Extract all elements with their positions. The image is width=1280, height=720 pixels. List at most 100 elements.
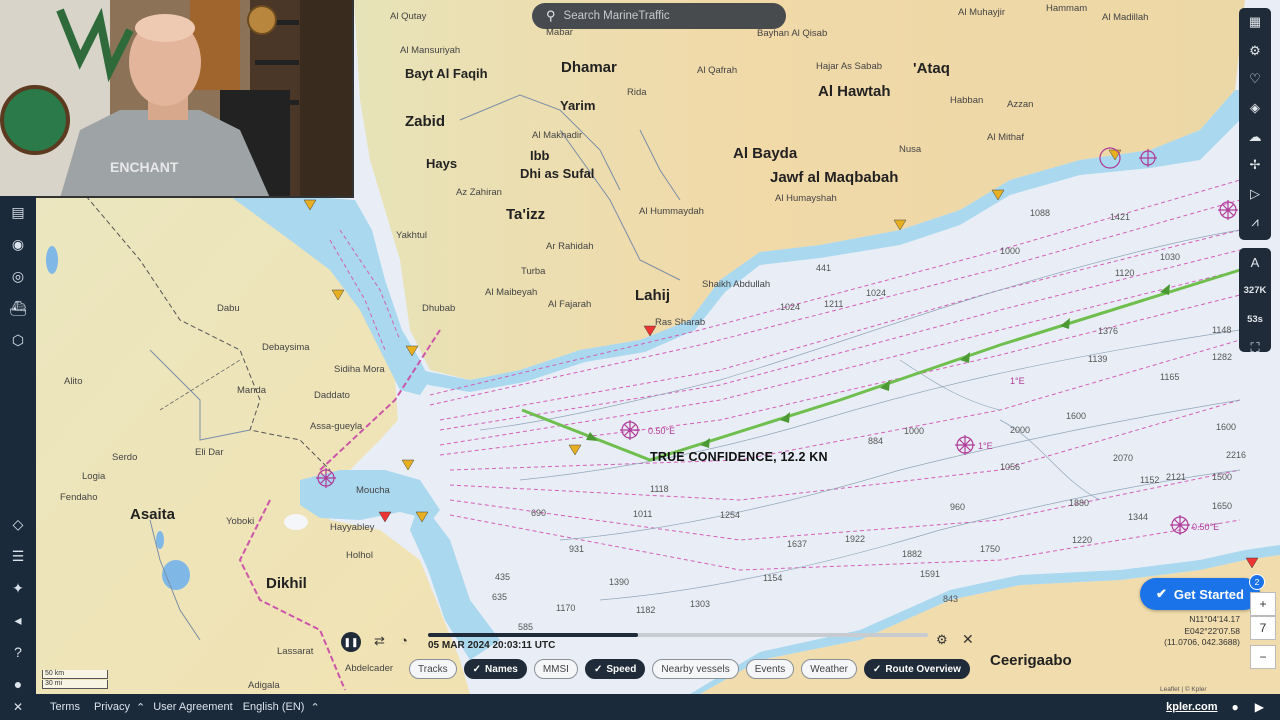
privacy-link[interactable]: Privacy [94,701,130,713]
svg-text:2000: 2000 [1010,425,1030,435]
scale-bar: 50 km 30 mi [42,670,108,690]
kpler-link[interactable]: kpler.com [1166,701,1217,713]
svg-text:Lassarat: Lassarat [277,646,314,657]
document-icon[interactable]: ▤ [0,196,36,228]
compass-label: 0.50°E [648,426,675,436]
speedometer-icon[interactable]: ◔ [400,633,408,648]
zoom-level-button[interactable]: 7 [1250,616,1276,640]
zoom-out-button[interactable]: − [1250,645,1276,669]
svg-text:1650: 1650 [1212,501,1232,511]
decimal-coords: (11.0706, 042.3688) [1164,637,1240,647]
apple-icon[interactable]: ● [1232,700,1239,714]
svg-text:Rida: Rida [627,87,647,98]
weather-icon[interactable]: ☁ [1239,122,1271,151]
fullscreen-icon[interactable]: ⛶ [1239,334,1271,363]
signal-icon[interactable]: ◉ [0,228,36,260]
svg-text:Al Madillah: Al Madillah [1102,12,1148,23]
svg-text:1600: 1600 [1066,411,1086,421]
close-icon[interactable]: ✕ [962,631,974,648]
heart-icon[interactable]: ♡ [1239,65,1271,94]
font-size-button[interactable]: A [1239,248,1271,277]
pause-button[interactable]: ❚❚ [341,632,361,652]
database-icon[interactable]: ☰ [0,540,36,572]
svg-text:Al Qafrah: Al Qafrah [697,65,737,76]
chip-nearby-vessels[interactable]: Nearby vessels [652,659,739,679]
svg-text:1282: 1282 [1212,352,1232,362]
chevron-up-icon[interactable]: ⌃ [136,701,145,714]
tag-icon[interactable]: ◇ [0,508,36,540]
chip-route-overview[interactable]: ✓ Route Overview [863,659,970,679]
cube-icon[interactable]: ⬡ [0,324,36,356]
vessel-label[interactable]: TRUE CONFIDENCE, 12.2 KN [650,450,828,464]
vessel-icon[interactable]: ⛴ [0,292,36,324]
play-route-icon[interactable]: ▷ [1239,180,1271,209]
svg-text:Dabu: Dabu [217,303,240,314]
language-selector[interactable]: English (EN) [243,701,305,713]
chip-label: Tracks [418,663,448,675]
chip-speed[interactable]: ✓ Speed [584,659,646,679]
lake-small [156,531,164,549]
search-bar[interactable]: ⚲ Search MarineTraffic [532,3,786,29]
svg-text:Al Bayda: Al Bayda [733,145,798,162]
settings-icon[interactable]: ⚙ [936,632,948,648]
layer-chips: Tracks ✓ Names MMSI ✓ Speed Nearby vessels Even… [409,659,970,679]
svg-text:Bayhan Al Qisab: Bayhan Al Qisab [757,28,827,39]
svg-text:2121: 2121 [1166,472,1186,482]
svg-text:441: 441 [816,263,831,273]
compass-icon[interactable]: ⩘ [1239,208,1271,237]
zoom-in-button[interactable]: + [1250,592,1276,616]
help-icon[interactable]: ? [0,636,36,668]
svg-text:Al Humayshah: Al Humayshah [775,193,837,204]
chevron-up-icon[interactable]: ⌃ [310,701,319,714]
svg-text:635: 635 [492,592,507,602]
stack-icon[interactable]: ◈ [1239,94,1271,123]
map-attribution[interactable]: Leaflet | © Kpler [1160,686,1207,693]
svg-text:Al Maibeyah: Al Maibeyah [485,287,537,298]
svg-text:Nusa: Nusa [899,144,922,155]
play-store-icon[interactable]: ▶ [1255,700,1264,714]
svg-text:1000: 1000 [904,426,924,436]
filter-icon[interactable]: ⚙ [1239,37,1271,66]
svg-text:2216: 2216 [1226,450,1246,460]
svg-text:Zabid: Zabid [405,113,445,130]
svg-text:1220: 1220 [1072,535,1092,545]
svg-text:Asaita: Asaita [130,506,176,523]
chip-weather[interactable]: Weather [801,659,857,679]
svg-text:Jawf al Maqbabah: Jawf al Maqbabah [770,169,898,186]
sparkle-icon[interactable]: ✦ [0,572,36,604]
svg-text:1024: 1024 [866,288,886,298]
svg-text:Assa-gueyla: Assa-gueyla [310,421,363,432]
svg-text:Al Muhayjir: Al Muhayjir [958,7,1005,18]
svg-text:Al Mithaf: Al Mithaf [987,132,1024,143]
svg-text:Yoboki: Yoboki [226,516,254,527]
terms-link[interactable]: Terms [50,701,80,713]
megaphone-icon[interactable]: ◂ [0,604,36,636]
target-icon[interactable]: ◎ [0,260,36,292]
map-layers-icon[interactable]: ▦ [1239,8,1271,37]
time-step-readout[interactable]: 53s [1239,305,1271,334]
chip-events[interactable]: Events [745,659,795,679]
swap-icon[interactable]: ⇄ [374,633,385,649]
tools-icon[interactable]: ✕ [0,694,36,720]
lake-assal [284,514,308,530]
svg-text:1170: 1170 [556,603,575,613]
chip-mmsi[interactable]: MMSI [533,659,578,679]
footer-bar: Terms Privacy ⌃ User Agreement English (… [36,694,1280,720]
svg-text:Yakhtul: Yakhtul [396,230,427,241]
timeline-slider[interactable] [428,633,928,637]
measure-icon[interactable]: ✢ [1239,151,1271,180]
svg-text:Adigala: Adigala [248,680,280,691]
svg-text:Turba: Turba [521,266,546,277]
svg-text:Hajar As Sabab: Hajar As Sabab [816,61,882,72]
left-sidebar: ▤ ◉ ◎ ⛴ ⬡ ◇ ☰ ✦ ◂ ? ● [0,196,36,720]
svg-text:1120: 1120 [1115,268,1134,278]
svg-text:Ceerigaabo: Ceerigaabo [990,652,1072,669]
get-started-button[interactable]: ✔ Get Started [1140,578,1260,610]
svg-text:Moucha: Moucha [356,485,391,496]
chip-names[interactable]: ✓ Names [463,659,527,679]
user-agreement-link[interactable]: User Agreement [153,701,232,713]
chip-tracks[interactable]: Tracks [409,659,457,679]
svg-text:1118: 1118 [650,484,669,494]
check-icon: ✓ [593,663,603,675]
svg-text:1152: 1152 [1140,475,1159,485]
